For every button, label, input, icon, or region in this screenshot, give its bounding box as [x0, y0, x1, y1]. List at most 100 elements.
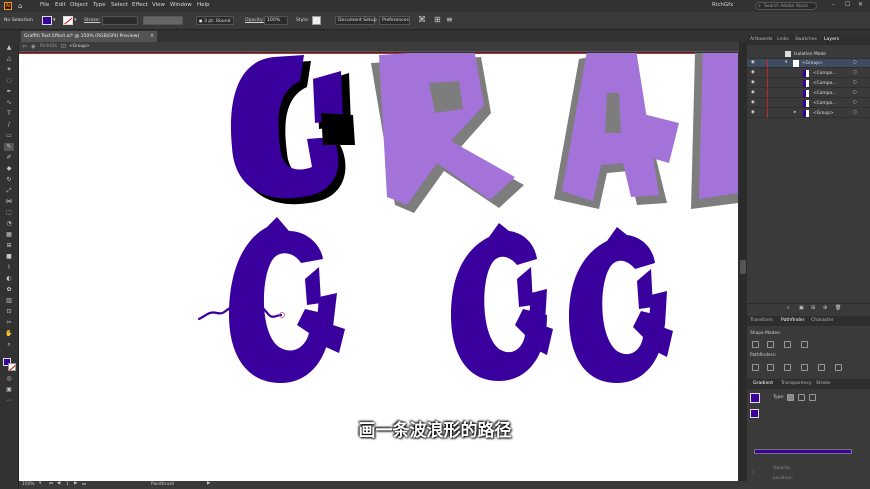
- back-arrow-icon[interactable]: ⇦: [22, 43, 27, 50]
- tab-links[interactable]: Links: [777, 37, 789, 42]
- lasso-icon[interactable]: ◌: [4, 77, 14, 85]
- zoom-tool-icon[interactable]: ⌕: [4, 341, 14, 349]
- page-number[interactable]: 1: [66, 482, 69, 487]
- tab-transform[interactable]: Transform: [750, 318, 773, 323]
- gradient-tool-icon[interactable]: ■: [4, 253, 14, 261]
- width-tool-icon[interactable]: ⋈: [4, 198, 14, 206]
- divide-button[interactable]: [752, 364, 759, 371]
- prev-page-icon[interactable]: ◀: [57, 481, 60, 486]
- direct-selection-tool-icon[interactable]: △: [4, 55, 14, 63]
- menu-file[interactable]: File: [40, 2, 49, 8]
- illustrator-logo[interactable]: Ai: [4, 2, 12, 10]
- brush-definition-dropdown[interactable]: ● 3 pt. Round: [196, 16, 234, 25]
- menu-object[interactable]: Object: [70, 2, 88, 8]
- eye-icon[interactable]: ◉: [751, 70, 755, 75]
- draw-mode-icon[interactable]: ◎: [4, 375, 14, 383]
- menu-edit[interactable]: Edit: [55, 2, 66, 8]
- shape-builder-icon[interactable]: ◔: [4, 220, 14, 228]
- minus-front-button[interactable]: [767, 341, 774, 348]
- new-layer-icon[interactable]: ⊕: [823, 305, 827, 311]
- eraser-icon[interactable]: ◆: [4, 165, 14, 173]
- pen-tool-icon[interactable]: ✒: [4, 88, 14, 96]
- stroke-color-box[interactable]: [8, 363, 16, 371]
- stroke-weight-field[interactable]: [102, 16, 138, 25]
- hand-tool-icon[interactable]: ✋: [4, 330, 14, 338]
- opacity-field[interactable]: 100%: [264, 16, 288, 25]
- menu-view[interactable]: View: [152, 2, 165, 8]
- layer-row-compound-1[interactable]: ◉ <Compo... ○: [747, 69, 870, 78]
- line-tool-icon[interactable]: /: [4, 121, 14, 129]
- expand-arrow-icon[interactable]: ▾: [785, 60, 787, 65]
- minimize-icon[interactable]: –: [832, 1, 835, 8]
- crop-button[interactable]: [801, 364, 808, 371]
- symbol-sprayer-icon[interactable]: ✿: [4, 286, 14, 294]
- target-icon[interactable]: ○: [853, 90, 857, 95]
- tab-artboards[interactable]: Artboards: [750, 37, 773, 42]
- zoom-level[interactable]: 150%: [22, 482, 35, 487]
- eye-icon[interactable]: ◉: [751, 110, 755, 115]
- style-swatch[interactable]: [312, 16, 321, 25]
- scale-icon[interactable]: ⤢: [4, 187, 14, 195]
- target-icon[interactable]: ○: [853, 70, 857, 75]
- merge-button[interactable]: [784, 364, 791, 371]
- target-icon[interactable]: ○: [853, 110, 857, 115]
- tab-gradient[interactable]: Gradient: [753, 381, 773, 386]
- first-page-icon[interactable]: ⏮: [49, 481, 53, 487]
- layer-row-compound-2[interactable]: ◉ <Compo... ○: [747, 79, 870, 88]
- make-clipping-mask-icon[interactable]: ▣: [799, 305, 804, 311]
- intersect-button[interactable]: [784, 341, 791, 348]
- tab-transparency[interactable]: Transparency: [781, 381, 812, 386]
- fill-dropdown-icon[interactable]: ▾: [53, 17, 56, 23]
- layer-row-compound-3[interactable]: ◉ <Compo... ○: [747, 89, 870, 98]
- menu-select[interactable]: Select: [111, 2, 128, 8]
- type-tool-icon[interactable]: T: [4, 110, 14, 118]
- delete-layer-icon[interactable]: 🗑: [835, 305, 841, 311]
- close-tab-icon[interactable]: ✕: [150, 31, 154, 42]
- tab-pathfinder[interactable]: Pathfinder: [781, 318, 805, 323]
- layer-row-compound-4[interactable]: ◉ <Compo... ○: [747, 99, 870, 108]
- shaper-icon[interactable]: ✐: [4, 154, 14, 162]
- eyedropper-icon[interactable]: ⌇: [4, 264, 14, 272]
- fill-swatch[interactable]: [42, 16, 52, 25]
- preferences-button[interactable]: Preferences: [379, 16, 410, 25]
- user-name[interactable]: RichGfx: [712, 2, 733, 8]
- layer-row-group[interactable]: ◉ ▾ <Group> ○: [747, 59, 870, 68]
- locate-object-icon[interactable]: ⌕: [787, 305, 790, 311]
- rotate-icon[interactable]: ↻: [4, 176, 14, 184]
- status-arrow-icon[interactable]: ▶: [207, 481, 210, 486]
- graph-tool-icon[interactable]: ▥: [4, 297, 14, 305]
- breadcrumb-layer[interactable]: RichGfx: [40, 44, 57, 49]
- eye-icon[interactable]: ◉: [751, 60, 755, 65]
- zoom-dropdown-icon[interactable]: ▾: [39, 481, 41, 486]
- mesh-icon[interactable]: ⊞: [4, 242, 14, 250]
- free-transform-icon[interactable]: ⬚: [4, 209, 14, 217]
- perspective-grid-icon[interactable]: ▦: [4, 231, 14, 239]
- new-sublayer-icon[interactable]: ⊞: [811, 305, 815, 311]
- gradient-fill-swatch[interactable]: [750, 393, 760, 403]
- target-icon[interactable]: ○: [853, 100, 857, 105]
- minus-back-button[interactable]: [835, 364, 842, 371]
- arrange-icon[interactable]: ⌘: [418, 15, 426, 24]
- transform-icon[interactable]: ⊞: [434, 15, 441, 24]
- unite-button[interactable]: [752, 341, 759, 348]
- menu-window[interactable]: Window: [170, 2, 192, 8]
- menu-help[interactable]: Help: [197, 2, 210, 8]
- curvature-icon[interactable]: ∿: [4, 99, 14, 107]
- eye-icon[interactable]: ◉: [751, 100, 755, 105]
- tab-swatches[interactable]: Swatches: [795, 37, 817, 42]
- more-tools-icon[interactable]: ⋯: [4, 397, 14, 405]
- scroll-thumb[interactable]: [740, 260, 746, 274]
- trim-button[interactable]: [767, 364, 774, 371]
- target-icon[interactable]: ○: [853, 60, 857, 65]
- next-page-icon[interactable]: ▶: [74, 481, 77, 486]
- screen-mode-icon[interactable]: ▣: [4, 386, 14, 394]
- tab-character[interactable]: Character: [811, 318, 834, 323]
- search-field[interactable]: ⌕ Search Adobe Stock: [755, 2, 817, 10]
- rectangle-tool-icon[interactable]: ▭: [4, 132, 14, 140]
- expand-arrow-icon[interactable]: ▸: [794, 110, 796, 115]
- paintbrush-tool-icon[interactable]: ✎: [4, 143, 14, 151]
- menu-effect[interactable]: Effect: [132, 2, 148, 8]
- variable-width-field[interactable]: [143, 16, 183, 25]
- tab-layers[interactable]: Layers: [824, 37, 839, 42]
- eye-icon[interactable]: ◉: [751, 80, 755, 85]
